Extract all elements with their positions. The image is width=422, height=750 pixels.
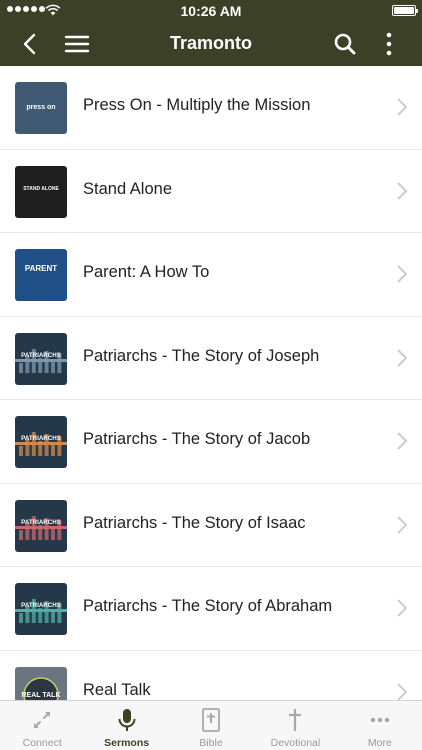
sermon-series-row[interactable]: PATRIARCHS Patriarchs - The Story of Abra…	[0, 567, 422, 651]
sermon-thumbnail: PATRIARCHS	[15, 499, 67, 552]
svg-text:PATRIARCHS: PATRIARCHS	[21, 519, 61, 526]
chevron-right-icon	[397, 682, 407, 700]
sermon-series-title: Stand Alone	[83, 179, 172, 198]
svg-text:PATRIARCHS: PATRIARCHS	[21, 602, 61, 609]
sermon-thumbnail: PATRIARCHS	[15, 332, 67, 385]
sermon-series-list: press on Press On - Multiply the Mission S…	[0, 66, 422, 700]
sermon-series-title: Patriarchs - The Story of Joseph	[83, 346, 320, 365]
sermon-series-title: Patriarchs - The Story of Abraham	[83, 597, 333, 615]
sermon-series-title: Press On - Multiply the Mission	[83, 96, 311, 114]
tab-label: Connect	[22, 737, 62, 749]
tab-label: Sermons	[104, 737, 150, 749]
sermon-series-title: Patriarchs - The Story of Jacob	[83, 430, 311, 448]
connect-icon	[34, 712, 51, 728]
tab-devotional[interactable]: Devotional	[253, 701, 337, 750]
sermon-series-title: Real Talk	[83, 680, 151, 699]
chevron-right-icon	[397, 348, 407, 367]
sermon-series-title: Parent: A How To	[83, 263, 210, 281]
sermon-series-title: Patriarchs - The Story of Isaac	[83, 513, 306, 532]
tab-sermons[interactable]: Sermons	[84, 701, 168, 750]
chevron-right-icon	[397, 599, 407, 617]
sermon-thumbnail: STAND ALONE	[15, 165, 67, 218]
nav-bar: Tramonto	[0, 22, 422, 66]
sermon-series-row[interactable]: PATRIARCHS Patriarchs - The Story of Jose…	[0, 317, 422, 400]
status-bar: 10:26 AM	[0, 0, 422, 22]
sermon-thumbnail: press on	[15, 82, 67, 134]
chevron-right-icon	[397, 265, 407, 283]
microphone-icon	[118, 709, 136, 731]
page-title: Tramonto	[169, 33, 252, 53]
sermon-thumbnail: REAL TALK	[15, 666, 67, 700]
chevron-right-icon	[397, 98, 407, 116]
overflow-menu-icon[interactable]	[380, 30, 398, 58]
bible-icon	[202, 708, 220, 732]
sermon-series-row[interactable]: STAND ALONE Stand Alone	[0, 150, 422, 233]
cross-icon	[289, 709, 302, 731]
svg-text:PATRIARCHS: PATRIARCHS	[21, 435, 61, 442]
tab-label: More	[367, 737, 392, 749]
sermon-thumbnail: PATRIARCHS	[15, 416, 67, 468]
status-time: 10:26 AM	[180, 3, 242, 19]
battery-icon	[392, 5, 418, 16]
chevron-right-icon	[397, 515, 407, 534]
tab-bar: Connect Sermons Bible Devotional More	[0, 700, 422, 750]
chevron-right-icon	[397, 181, 407, 200]
svg-text:press on: press on	[26, 104, 55, 111]
svg-text:STAND ALONE: STAND ALONE	[23, 186, 59, 192]
sermon-thumbnail: PARENT	[15, 249, 67, 301]
tab-label: Devotional	[270, 737, 321, 749]
svg-text:PATRIARCHS: PATRIARCHS	[21, 352, 61, 359]
sermon-series-row[interactable]: press on Press On - Multiply the Mission	[0, 66, 422, 150]
svg-text:REAL TALK: REAL TALK	[21, 692, 60, 699]
sermon-series-row[interactable]: PATRIARCHS Patriarchs - The Story of Jaco…	[0, 400, 422, 484]
sermon-series-row[interactable]: PATRIARCHS Patriarchs - The Story of Isaa…	[0, 484, 422, 567]
sermon-series-row[interactable]: PARENT Parent: A How To	[0, 233, 422, 317]
sermon-thumbnail: PATRIARCHS	[15, 583, 67, 635]
sermon-series-row[interactable]: REAL TALK Real Talk	[0, 651, 422, 700]
more-dots-icon	[370, 717, 390, 723]
tab-connect[interactable]: Connect	[0, 701, 84, 750]
tab-label: Bible	[199, 737, 223, 749]
search-icon[interactable]	[332, 32, 358, 56]
tab-bible[interactable]: Bible	[169, 701, 253, 750]
tab-more[interactable]: More	[338, 701, 422, 750]
chevron-right-icon	[397, 432, 407, 450]
svg-text:PARENT: PARENT	[25, 264, 57, 273]
